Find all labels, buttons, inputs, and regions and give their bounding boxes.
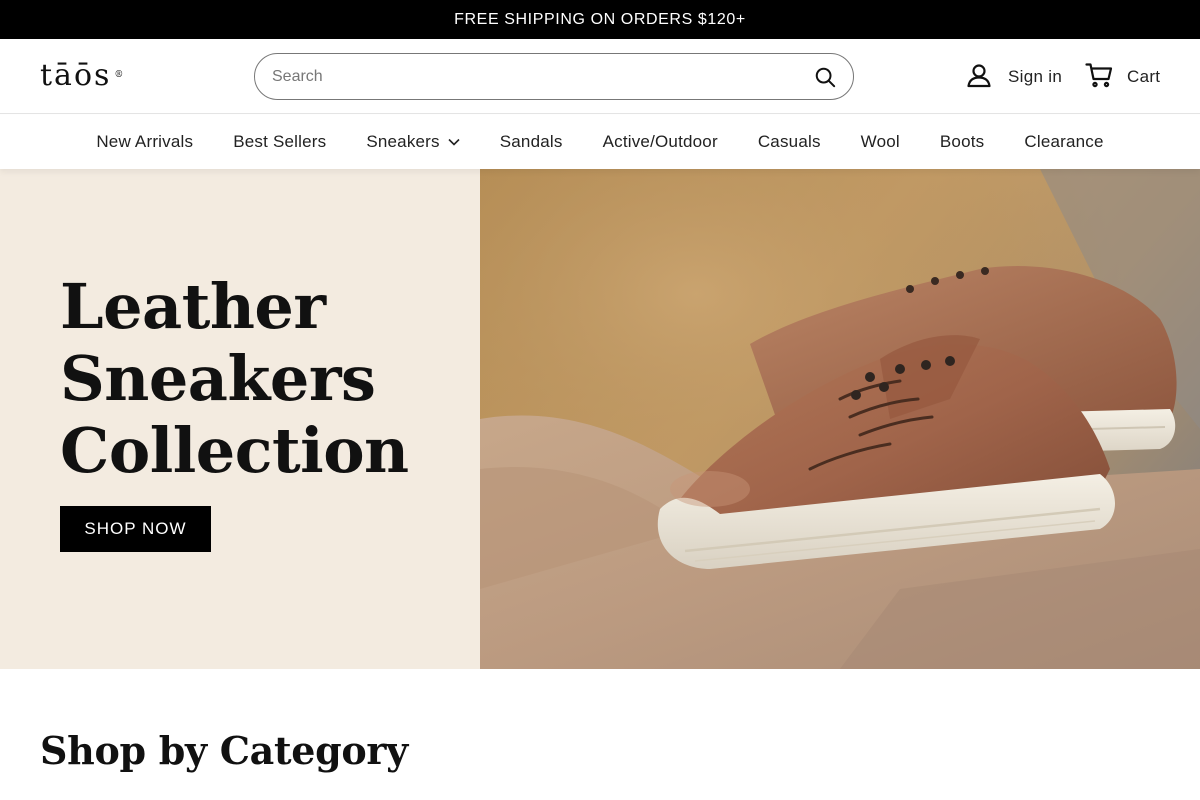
nav-item-wool[interactable]: Wool xyxy=(841,132,920,152)
nav-item-boots[interactable]: Boots xyxy=(920,132,1004,152)
chevron-down-icon xyxy=(448,138,460,146)
main-navigation: New Arrivals Best Sellers Sneakers Sanda… xyxy=(0,115,1200,169)
logo-registered-mark: ® xyxy=(114,70,126,80)
hero-banner: Leather Sneakers Collection SHOP NOW xyxy=(0,169,1200,669)
nav-item-label: Sneakers xyxy=(366,132,440,151)
nav-item-clearance[interactable]: Clearance xyxy=(1004,132,1123,152)
nav-item-casuals[interactable]: Casuals xyxy=(738,132,841,152)
announcement-bar: FREE SHIPPING ON ORDERS $120+ xyxy=(0,0,1200,39)
shop-by-category-heading: Shop by Category xyxy=(40,728,408,773)
sign-in-label: Sign in xyxy=(1008,67,1063,86)
cart-link[interactable]: Cart xyxy=(1085,62,1161,93)
site-header: tāōs ® Sign in Cart xyxy=(0,39,1200,114)
hero-text-panel: Leather Sneakers Collection SHOP NOW xyxy=(0,169,480,669)
logo-text: tāōs xyxy=(40,58,112,93)
shop-now-button[interactable]: SHOP NOW xyxy=(60,506,211,552)
brand-logo[interactable]: tāōs ® xyxy=(40,61,125,91)
nav-item-active-outdoor[interactable]: Active/Outdoor xyxy=(583,132,738,152)
hero-product-image[interactable] xyxy=(480,169,1200,669)
search-icon[interactable] xyxy=(813,65,837,89)
nav-item-sandals[interactable]: Sandals xyxy=(480,132,583,152)
nav-item-best-sellers[interactable]: Best Sellers xyxy=(213,132,346,152)
hero-title-line: Collection xyxy=(60,414,409,487)
announcement-text: FREE SHIPPING ON ORDERS $120+ xyxy=(454,10,746,28)
hero-title-line: Leather xyxy=(60,270,326,343)
sign-in-link[interactable]: Sign in xyxy=(966,62,1063,93)
nav-item-new-arrivals[interactable]: New Arrivals xyxy=(76,132,213,152)
hero-title-line: Sneakers xyxy=(60,342,376,415)
nav-item-sneakers[interactable]: Sneakers xyxy=(346,132,479,152)
cart-label: Cart xyxy=(1127,67,1161,86)
user-icon xyxy=(966,62,992,93)
search-input[interactable] xyxy=(272,56,792,97)
cart-icon xyxy=(1085,62,1113,93)
hero-title: Leather Sneakers Collection xyxy=(60,271,460,487)
search-bar xyxy=(254,53,854,100)
